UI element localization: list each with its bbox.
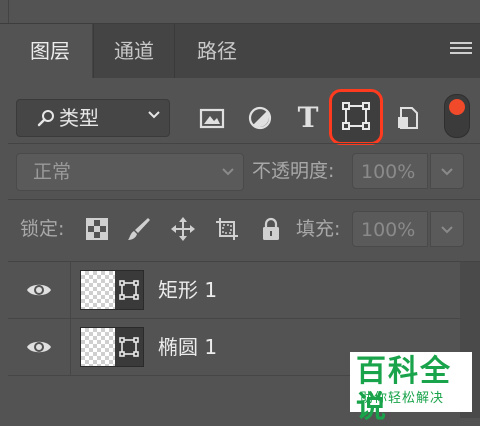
- panel-tab-bar: 图层 通道 路径: [8, 24, 480, 78]
- layer-row[interactable]: 矩形 1: [8, 262, 460, 319]
- filter-kind-label: 类型: [59, 106, 99, 130]
- opacity-label: 不透明度:: [252, 160, 335, 182]
- transparency-checker: [81, 271, 115, 309]
- visibility-toggle[interactable]: [8, 262, 71, 318]
- chevron-down-icon: [441, 168, 453, 176]
- tab-paths[interactable]: 路径: [174, 24, 259, 78]
- fill-dropdown-button[interactable]: [430, 211, 464, 247]
- divider: [8, 0, 9, 24]
- blend-mode-value: 正常: [33, 161, 72, 183]
- lock-image-pixels-icon[interactable]: [126, 216, 152, 242]
- toggle-knob: [449, 99, 465, 115]
- opacity-dropdown-button[interactable]: [430, 153, 464, 189]
- filter-toggle[interactable]: [444, 94, 470, 138]
- lock-all-icon[interactable]: [258, 216, 284, 242]
- tab-channels[interactable]: 通道: [93, 24, 174, 78]
- eye-icon: [27, 341, 51, 353]
- chevron-down-icon: [222, 168, 234, 176]
- watermark-logo: 百科全说 助你轻松解决: [350, 352, 472, 425]
- opacity-value: 100%: [361, 161, 416, 183]
- search-icon: [37, 110, 54, 127]
- layer-name: 椭圆 1: [158, 335, 218, 359]
- layer-thumbnail: [80, 327, 144, 367]
- shape-layer-icon: [119, 337, 139, 357]
- tab-layers[interactable]: 图层: [8, 24, 92, 78]
- layer-thumbnail: [80, 270, 144, 310]
- fill-label: 填充:: [296, 218, 341, 240]
- shape-layer-badge: [115, 328, 143, 366]
- artboard-lock-icon[interactable]: [214, 216, 240, 242]
- lock-label: 锁定:: [20, 218, 65, 240]
- divider: [8, 143, 480, 144]
- transparency-checker: [81, 328, 115, 366]
- layer-name: 矩形 1: [158, 278, 218, 302]
- type-filter-icon[interactable]: T: [294, 104, 322, 132]
- divider: [8, 199, 480, 200]
- lock-transparent-pixels-icon[interactable]: [84, 216, 110, 242]
- watermark-subtitle: 助你轻松解决: [360, 391, 445, 406]
- blend-mode-select[interactable]: 正常: [16, 153, 244, 191]
- top-strip: [0, 0, 480, 24]
- shape-layer-badge: [115, 271, 143, 309]
- panel-menu-icon[interactable]: [450, 42, 472, 58]
- visibility-toggle[interactable]: [8, 319, 71, 375]
- adjustment-filter-icon[interactable]: [246, 104, 274, 132]
- shape-filter-icon[interactable]: [329, 89, 383, 145]
- chevron-down-icon: [441, 226, 453, 234]
- opacity-field[interactable]: 100%: [352, 153, 428, 189]
- eye-icon: [27, 284, 51, 296]
- image-filter-icon[interactable]: [198, 104, 226, 132]
- filter-kind-select[interactable]: 类型: [16, 99, 170, 137]
- chevron-down-icon: [148, 111, 160, 119]
- shape-transform-icon: [342, 102, 370, 130]
- smart-object-filter-icon[interactable]: [394, 104, 422, 132]
- fill-value: 100%: [361, 219, 416, 241]
- fill-field[interactable]: 100%: [352, 211, 428, 247]
- shape-layer-icon: [119, 280, 139, 300]
- lock-position-icon[interactable]: [170, 216, 196, 242]
